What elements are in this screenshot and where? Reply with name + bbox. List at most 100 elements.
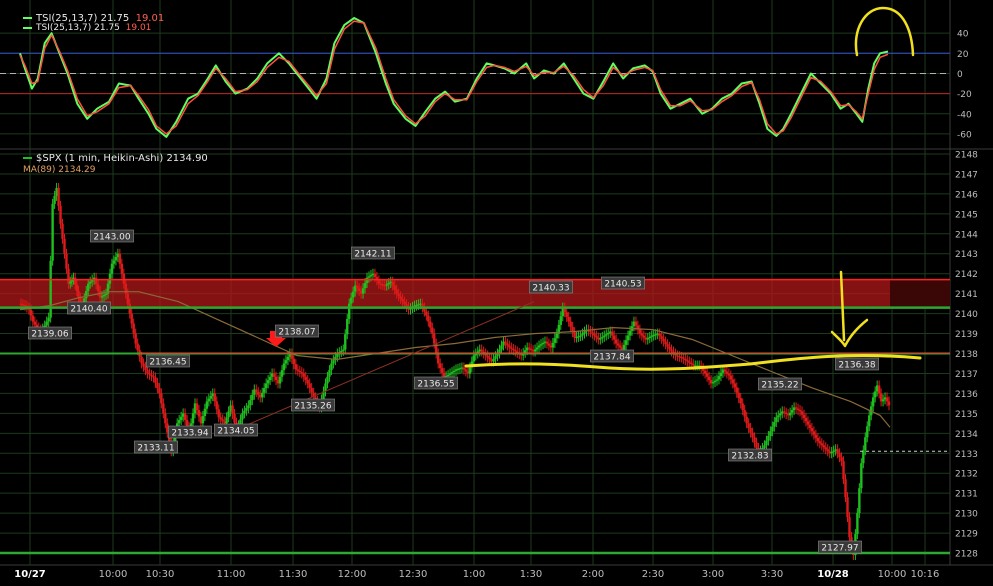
candle-body	[684, 358, 687, 361]
time-tick-label: 10/27	[14, 569, 46, 580]
candle-body	[298, 370, 301, 373]
candle-body	[65, 253, 68, 269]
candle-body	[881, 399, 885, 402]
candle-body	[565, 312, 568, 317]
candle-body	[348, 303, 351, 319]
candle-body	[195, 403, 199, 411]
candle-body	[53, 195, 56, 204]
candle-body	[346, 318, 349, 335]
candle-body	[668, 346, 671, 350]
candle-body	[806, 421, 810, 425]
candle-body	[618, 345, 622, 348]
candle-body	[727, 373, 731, 376]
candle-body	[472, 355, 475, 362]
candle-body	[595, 335, 598, 338]
candle-body	[512, 348, 515, 351]
price-tick-label: 2130	[955, 510, 978, 520]
time-tick-label: 11:00	[217, 569, 246, 580]
candle-body	[871, 397, 875, 407]
candle-body	[361, 288, 365, 294]
candle-body	[539, 344, 543, 346]
candle-body	[800, 411, 804, 415]
candle-body	[49, 260, 52, 318]
candle-body	[144, 366, 147, 371]
candle-body	[243, 410, 246, 414]
candle-body	[69, 281, 72, 284]
candle-body	[373, 273, 377, 278]
time-tick-label: 10:16	[911, 569, 940, 580]
candle-body	[274, 376, 278, 381]
candle-body	[567, 316, 570, 322]
candle-body	[804, 418, 808, 422]
tsi-tick-label: 20	[957, 50, 969, 60]
candle-body	[662, 338, 665, 342]
candle-body	[868, 415, 871, 427]
price-tick-label: 2131	[955, 490, 978, 500]
candle-body	[860, 463, 863, 489]
zone-layer	[0, 279, 950, 308]
candle-body	[514, 350, 517, 352]
candle-body	[75, 284, 79, 291]
price-callout: 2135.26	[291, 398, 335, 412]
candle-body	[707, 376, 711, 381]
candle-body	[88, 281, 92, 284]
candle-body	[810, 427, 814, 432]
candle-body	[583, 331, 586, 334]
candle-body	[713, 380, 717, 383]
candle-body	[158, 388, 161, 394]
candle-body	[164, 413, 167, 424]
price-callout-text: 2133.94	[171, 429, 208, 439]
ma-legend: MA(89) 2134.29	[23, 164, 96, 176]
candle-body	[280, 370, 284, 377]
time-tick-label: 1:00	[463, 569, 485, 580]
candle-body	[215, 401, 218, 410]
candle-body	[832, 450, 835, 452]
candle-body	[622, 344, 626, 350]
candle-body	[203, 408, 207, 417]
price-tick-label: 2128	[955, 550, 978, 560]
candle-body	[638, 329, 642, 334]
candle-body	[296, 369, 300, 371]
candle-body	[142, 363, 145, 367]
candle-body	[836, 449, 839, 454]
candle-body	[658, 333, 661, 337]
price-callout-text: 2139.06	[31, 330, 68, 340]
candle-body	[553, 338, 557, 343]
candle-body	[796, 408, 800, 411]
tsi-line	[19, 17, 889, 138]
candle-body	[79, 297, 82, 302]
candle-body	[278, 376, 282, 384]
candle-body	[51, 203, 54, 261]
candle-body	[310, 388, 313, 393]
candle-body	[33, 321, 37, 325]
candle-body	[61, 223, 64, 239]
candle-body	[541, 342, 545, 345]
tsi-legend-signal-2: 19.01	[125, 23, 152, 33]
candle-layer	[19, 182, 891, 561]
candle-body	[429, 321, 432, 328]
candle-body	[646, 338, 649, 340]
candle-body	[494, 356, 497, 359]
price-tick-label: 2147	[955, 170, 978, 180]
candle-body	[262, 388, 266, 393]
tsi-tick-label: 40	[957, 30, 969, 40]
candle-body	[535, 347, 539, 350]
price-tick-label: 2139	[955, 330, 978, 340]
resistance-zone	[0, 279, 890, 308]
price-tick-label: 2141	[955, 290, 978, 300]
price-callout: 2137.84	[590, 349, 634, 363]
candle-body	[272, 373, 276, 377]
candle-body	[856, 513, 859, 535]
candle-body	[573, 332, 576, 338]
candle-body	[282, 363, 286, 371]
candle-body	[369, 275, 373, 277]
candle-body	[403, 301, 406, 305]
candle-body	[529, 348, 533, 351]
candle-body	[705, 373, 709, 377]
candle-body	[110, 263, 114, 274]
candle-body	[826, 449, 829, 452]
candle-body	[385, 284, 388, 286]
candle-body	[743, 410, 746, 417]
candle-body	[741, 403, 744, 411]
candle-body	[802, 414, 806, 419]
